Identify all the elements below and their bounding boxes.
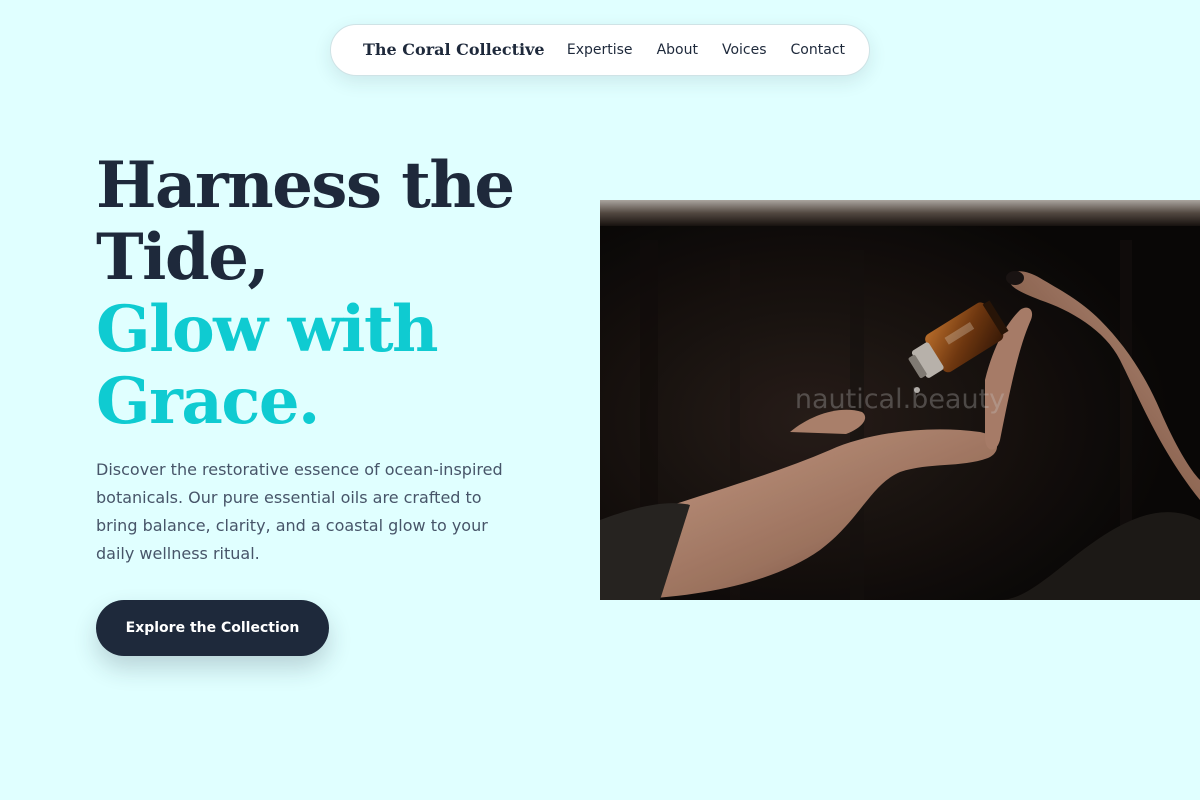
nav-link-voices[interactable]: Voices	[722, 42, 767, 58]
nav-link-contact[interactable]: Contact	[791, 42, 845, 58]
hero-description: Discover the restorative essence of ocea…	[96, 460, 503, 563]
nav-links: Expertise About Voices Contact	[567, 25, 845, 75]
hero-title-accent-line-2: Grace.	[96, 364, 320, 439]
hero-title-line-1: Harness the	[96, 148, 515, 223]
hero-title: Harness the Tide, Glow with Grace.	[96, 150, 576, 438]
top-nav: The Coral Collective Expertise About Voi…	[330, 24, 870, 76]
nav-link-expertise[interactable]: Expertise	[567, 42, 633, 58]
nav-link-about[interactable]: About	[657, 42, 698, 58]
hero-image: nautical.beauty	[600, 200, 1200, 600]
explore-collection-button[interactable]: Explore the Collection	[96, 600, 329, 656]
hero-title-accent-line-1: Glow with	[96, 292, 439, 367]
hero-title-line-2: Tide,	[96, 220, 270, 295]
essential-oil-photo	[600, 200, 1200, 600]
brand-logo[interactable]: The Coral Collective	[363, 25, 545, 75]
